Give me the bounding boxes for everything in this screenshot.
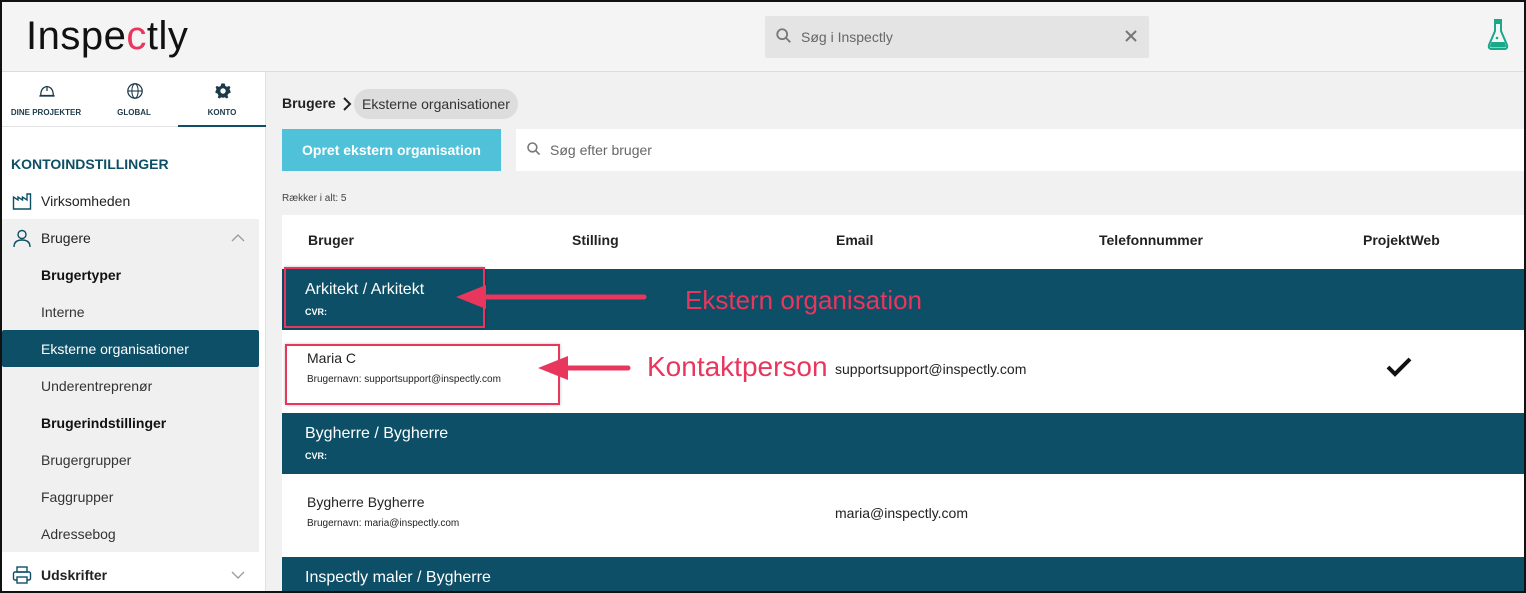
sidebar-item-adressebog[interactable]: Adressebog	[2, 515, 259, 552]
sidebar-item-label: Udskrifter	[41, 567, 108, 583]
flask-icon[interactable]	[1486, 18, 1510, 52]
global-search-input[interactable]	[801, 24, 1101, 50]
user-search-input[interactable]	[550, 137, 1450, 163]
sidebar-item-underentreprenor[interactable]: Underentreprenør	[2, 367, 259, 404]
sidebar-item-label: Underentreprenør	[41, 378, 153, 394]
sidebar-item-label: Brugere	[41, 230, 91, 246]
clear-search-icon[interactable]	[1121, 26, 1141, 46]
org-group-row[interactable]: Bygherre / Bygherre CVR:	[282, 413, 1524, 474]
logo-text-prefix: Inspe	[26, 14, 127, 58]
contact-username: Brugernavn: maria@inspectly.com	[307, 518, 460, 529]
tab-label: DINE PROJEKTER	[10, 108, 82, 117]
tab-global[interactable]: GLOBAL	[90, 72, 178, 127]
table-header: Bruger Stilling Email Telefonnummer Proj…	[282, 215, 1524, 269]
logo-text-suffix: tly	[146, 14, 189, 58]
tab-konto[interactable]: KONTO	[178, 72, 266, 127]
sidebar-item-brugertyper[interactable]: Brugertyper	[2, 256, 259, 293]
logo-text-accent: c	[126, 14, 147, 58]
inspectly-logo[interactable]: Inspectly	[26, 14, 188, 59]
org-group-row[interactable]: Inspectly maler / Bygherre	[282, 557, 1524, 591]
annotation-arrow-org	[456, 285, 647, 309]
app-window: Inspectly DINE PROJEKTER GLOBAL	[0, 0, 1526, 593]
org-name: Inspectly maler / Bygherre	[305, 569, 491, 586]
checkmark-icon	[1386, 357, 1412, 377]
top-bar: Inspectly	[2, 2, 1524, 72]
gear-icon	[215, 83, 231, 99]
sidebar-item-label: Faggrupper	[41, 489, 114, 505]
sidebar-item-label: Eksterne organisationer	[41, 341, 189, 357]
org-cvr: CVR:	[305, 451, 327, 461]
section-title: KONTOINDSTILLINGER	[11, 156, 169, 172]
global-search	[765, 16, 1149, 58]
sidebar-item-label: Brugerindstillinger	[41, 415, 167, 431]
sidebar-item-eksterne-organisationer[interactable]: Eksterne organisationer	[2, 330, 259, 367]
sidebar-tabs: DINE PROJEKTER GLOBAL KONTO	[2, 72, 266, 127]
org-name: Bygherre / Bygherre	[305, 425, 449, 442]
sidebar-item-udskrifter[interactable]: Udskrifter	[2, 556, 259, 591]
helmet-icon	[39, 85, 55, 97]
sidebar-item-label: Brugertyper	[41, 267, 122, 283]
sidebar-item-label: Interne	[41, 304, 85, 320]
sidebar-item-label: Virksomheden	[41, 193, 131, 209]
sidebar-item-virksomheden[interactable]: Virksomheden	[2, 182, 259, 219]
sidebar-item-brugerindstillinger[interactable]: Brugerindstillinger	[2, 404, 259, 441]
tab-label: GLOBAL	[117, 108, 151, 117]
main-content: Brugere Eksterne organisationer Opret ek…	[267, 73, 1524, 591]
create-external-org-button[interactable]: Opret ekstern organisation	[282, 129, 501, 171]
annotation-label-org: Ekstern organisation	[685, 285, 923, 315]
sidebar-item-brugere[interactable]: Brugere	[2, 219, 259, 256]
contact-email: maria@inspectly.com	[835, 505, 968, 521]
row-count: Rækker i alt: 5	[282, 193, 347, 204]
user-icon	[13, 229, 31, 248]
annotation-label-contact: Kontaktperson	[647, 351, 828, 382]
factory-icon	[12, 193, 32, 210]
sidebar-item-brugergrupper[interactable]: Brugergrupper	[2, 441, 259, 478]
search-icon	[776, 28, 791, 43]
column-header-email[interactable]: Email	[836, 232, 873, 248]
sidebar-item-faggrupper[interactable]: Faggrupper	[2, 478, 259, 515]
breadcrumb-current: Eksterne organisationer	[354, 89, 518, 119]
contact-email: supportsupport@inspectly.com	[835, 361, 1027, 377]
column-header-projektweb[interactable]: ProjektWeb	[1363, 232, 1440, 248]
search-icon	[527, 142, 541, 156]
chevron-up-icon[interactable]	[230, 233, 246, 243]
annotation-arrow-contact	[538, 356, 631, 380]
sidebar-item-label: Adressebog	[41, 526, 116, 542]
column-header-stilling[interactable]: Stilling	[572, 232, 619, 248]
chevron-down-icon[interactable]	[230, 570, 246, 580]
column-header-telefonnummer[interactable]: Telefonnummer	[1099, 232, 1203, 248]
breadcrumb-parent[interactable]: Brugere	[282, 95, 336, 111]
sidebar-item-interne[interactable]: Interne	[2, 293, 259, 330]
annotation-contact-highlight	[285, 344, 560, 405]
printer-icon	[12, 566, 32, 584]
sidebar-item-label: Brugergrupper	[41, 452, 132, 468]
globe-icon	[127, 83, 143, 99]
contact-row[interactable]: Bygherre Bygherre Brugernavn: maria@insp…	[282, 474, 1524, 550]
tab-dine-projekter[interactable]: DINE PROJEKTER	[2, 72, 90, 127]
chevron-right-icon	[343, 97, 352, 111]
contact-name: Bygherre Bygherre	[307, 494, 425, 510]
user-search	[516, 129, 1524, 171]
sidebar: DINE PROJEKTER GLOBAL KONTO KONTOINDSTIL…	[2, 72, 266, 591]
tab-label: KONTO	[207, 108, 237, 117]
column-header-bruger[interactable]: Bruger	[308, 232, 354, 248]
